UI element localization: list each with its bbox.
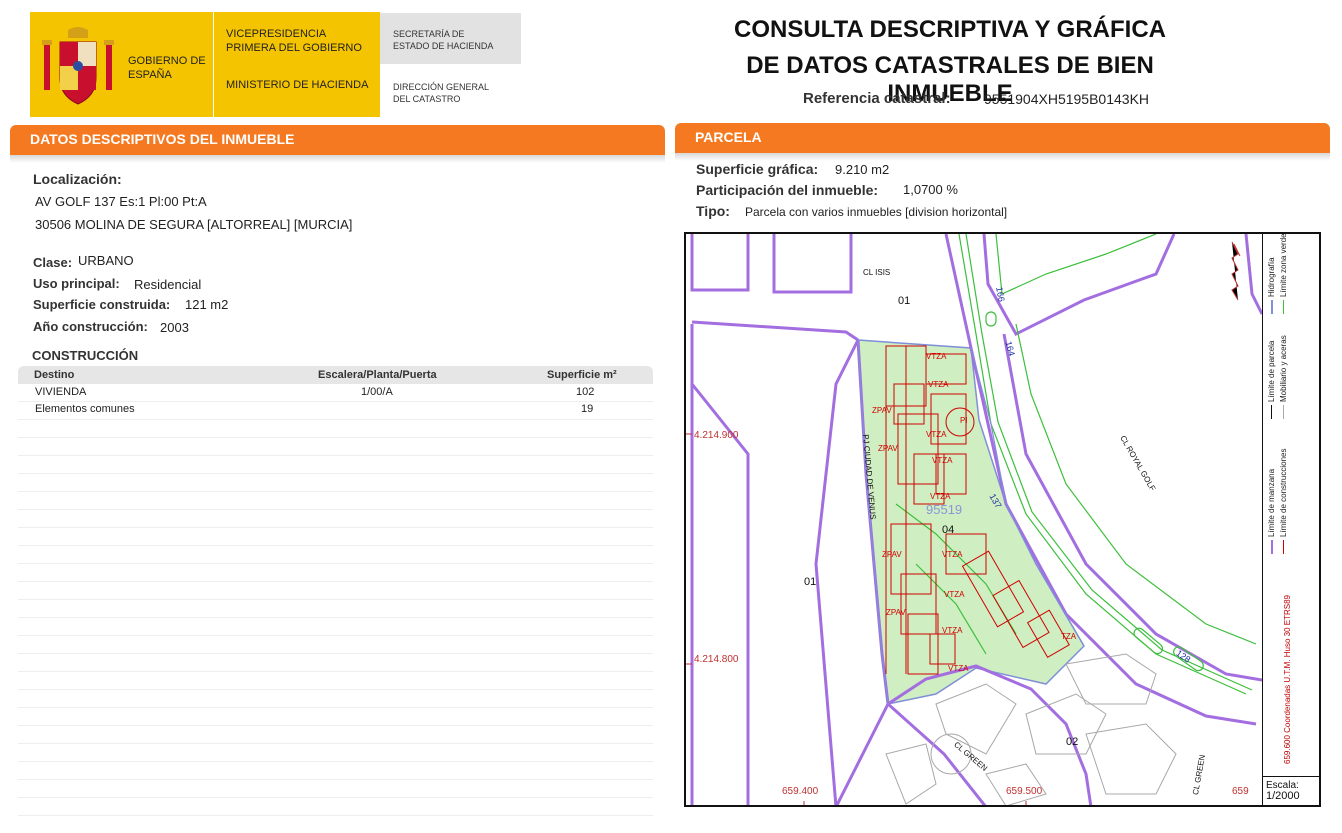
legend-swatch-hidrografia — [1270, 300, 1273, 314]
section-shadow — [675, 153, 1330, 161]
map-building-tag: VTZA — [926, 352, 947, 361]
legend-text: Límite de manzana — [1267, 468, 1276, 537]
legend-swatch-manzana — [1270, 540, 1273, 554]
map-building-tag: ZPAV — [872, 406, 892, 415]
ministerio-label: MINISTERIO DE HACIENDA — [226, 79, 369, 91]
legend-hidrografia: Hidrografía — [1267, 257, 1276, 314]
anio-construccion-value: 2003 — [160, 320, 189, 335]
map-coordinate: 659.500 — [1006, 786, 1043, 797]
construccion-title: CONSTRUCCIÓN — [32, 348, 139, 363]
legend-parcela: Límite de parcela — [1267, 341, 1276, 419]
legend-text: Mobiliario y aceras — [1279, 335, 1288, 402]
superficie-grafica-label: Superficie gráfica: — [696, 161, 819, 177]
tipo-label: Tipo: — [696, 203, 730, 219]
col-escalera: Escalera/Planta/Puerta — [318, 369, 437, 381]
address-line2: 30506 MOLINA DE SEGURA [ALTORREAL] [MURC… — [35, 217, 353, 232]
legend-manzana: Límite de manzana — [1267, 469, 1276, 554]
participacion-value: 1,0700 % — [903, 182, 958, 197]
ref-catastral-label: Referencia catastral: — [803, 90, 951, 107]
table-cell: 102 — [576, 386, 595, 398]
uso-label: Uso principal: — [33, 276, 120, 291]
map-parcel-code: 95519 — [926, 502, 963, 517]
coordinate-system-note: 659.600 Coordenadas U.T.M. Huso 30 ETRS8… — [1283, 595, 1292, 764]
superficie-grafica-value: 9.210 m2 — [835, 162, 890, 177]
map-building-tag: PI — [960, 416, 968, 425]
section-header-parcela: PARCELA — [675, 123, 1330, 153]
legend-text: Límite de parcela — [1267, 340, 1276, 402]
map-building-tag: VTZA — [948, 664, 969, 673]
legend-swatch-mobiliario — [1283, 405, 1285, 419]
direccion-label: DIRECCIÓN GENERAL DEL CATASTRO — [393, 82, 489, 104]
localizacion-label: Localización: — [33, 171, 122, 187]
north-arrow-icon — [1231, 241, 1241, 301]
uso-value: Residencial — [134, 277, 202, 292]
map-building-tag: VTZA — [942, 550, 963, 559]
map-block-number: 01 — [898, 295, 911, 307]
coat-of-arms-icon — [42, 27, 114, 105]
legend-construcciones: Límite de construcciones — [1279, 448, 1288, 554]
map-building-tag: VTZA — [932, 456, 953, 465]
participacion-label: Participación del inmueble: — [696, 182, 879, 198]
legend-swatch-construcciones — [1283, 540, 1285, 554]
legend-text: Límite de construcciones — [1279, 448, 1288, 538]
table-cell: 19 — [581, 403, 594, 415]
table-cell: Elementos comunes — [35, 403, 135, 415]
map-building-tag: TZA — [1061, 632, 1077, 641]
map-building-tag: VTZA — [944, 590, 965, 599]
superficie-construida-label: Superficie construida: — [33, 297, 171, 312]
map-legend: Límite de manzana Límite de parcela Hidr… — [1262, 233, 1319, 776]
map-building-tag: VTZA — [926, 430, 947, 439]
secretaria-block: SECRETARÍA DE ESTADO DE HACIENDA — [380, 13, 521, 64]
legend-swatch-zona-verde — [1283, 300, 1285, 314]
page-title-line1: CONSULTA DESCRIPTIVA Y GRÁFICA — [733, 16, 1167, 43]
map-parcel-number: 04 — [942, 524, 955, 536]
map-coordinate: 659.400 — [782, 786, 819, 797]
cadastral-map[interactable]: CL ISIS 01 01 02 04 95519 CL ROYAL GOLF … — [684, 232, 1321, 807]
logo-divider — [213, 12, 214, 117]
government-logo-block: GOBIERNO DE ESPAÑA VICEPRESIDENCIA PRIME… — [30, 12, 380, 117]
legend-text: Límite zona verde — [1279, 233, 1288, 297]
map-drawing — [686, 234, 1262, 805]
legend-text: Hidrografía — [1267, 257, 1276, 297]
vicepresidencia-label: VICEPRESIDENCIA PRIMERA DEL GOBIERNO — [226, 28, 362, 54]
map-coordinate: 659 — [1232, 786, 1249, 797]
map-building-tag: ZPAV — [882, 550, 902, 559]
gov-name: GOBIERNO DE ESPAÑA — [128, 55, 206, 81]
clase-value: URBANO — [78, 253, 134, 268]
map-scale: Escala: 1/2000 — [1262, 776, 1319, 805]
legend-zona-verde: Límite zona verde — [1279, 233, 1288, 314]
map-building-tag: ZPAV — [878, 444, 898, 453]
anio-construccion-label: Año construcción: — [33, 319, 148, 334]
map-block-number: 01 — [804, 576, 817, 588]
clase-label: Clase: — [33, 255, 73, 270]
section-shadow — [10, 155, 665, 163]
superficie-construida-value: 121 m2 — [185, 297, 229, 312]
col-destino: Destino — [34, 369, 75, 381]
table-header: Destino Escalera/Planta/Puerta Superfici… — [18, 366, 653, 384]
map-building-tag: VTZA — [928, 380, 949, 389]
table-cell: VIVIENDA — [35, 386, 87, 398]
scale-value: 1/2000 — [1266, 790, 1300, 802]
table-cell: 1/00/A — [361, 386, 393, 398]
ref-catastral-value: 9551904XH5195B0143KH — [984, 91, 1150, 107]
tipo-value: Parcela con varios inmuebles [division h… — [745, 205, 1008, 219]
col-superficie: Superficie m² — [547, 369, 617, 381]
construccion-table: Destino Escalera/Planta/Puerta Superfici… — [18, 366, 653, 828]
parcel-area — [857, 339, 1085, 705]
map-coordinate: 4.214.800 — [694, 654, 739, 665]
map-building-tag: ZPAV — [886, 608, 906, 617]
map-coordinate: 4.214.900 — [694, 430, 739, 441]
section-header-datos: DATOS DESCRIPTIVOS DEL INMUEBLE — [10, 125, 665, 155]
address-line1: AV GOLF 137 Es:1 Pl:00 Pt:A — [35, 194, 207, 209]
legend-swatch-parcela — [1271, 405, 1273, 419]
secretaria-label: SECRETARÍA DE ESTADO DE HACIENDA — [393, 29, 494, 51]
legend-mobiliario: Mobiliario y aceras — [1279, 335, 1288, 419]
map-building-tag: VTZA — [930, 492, 951, 501]
map-block-number: 02 — [1066, 736, 1079, 748]
map-building-tag: VTZA — [942, 626, 963, 635]
map-street-label: CL ISIS — [863, 268, 891, 277]
